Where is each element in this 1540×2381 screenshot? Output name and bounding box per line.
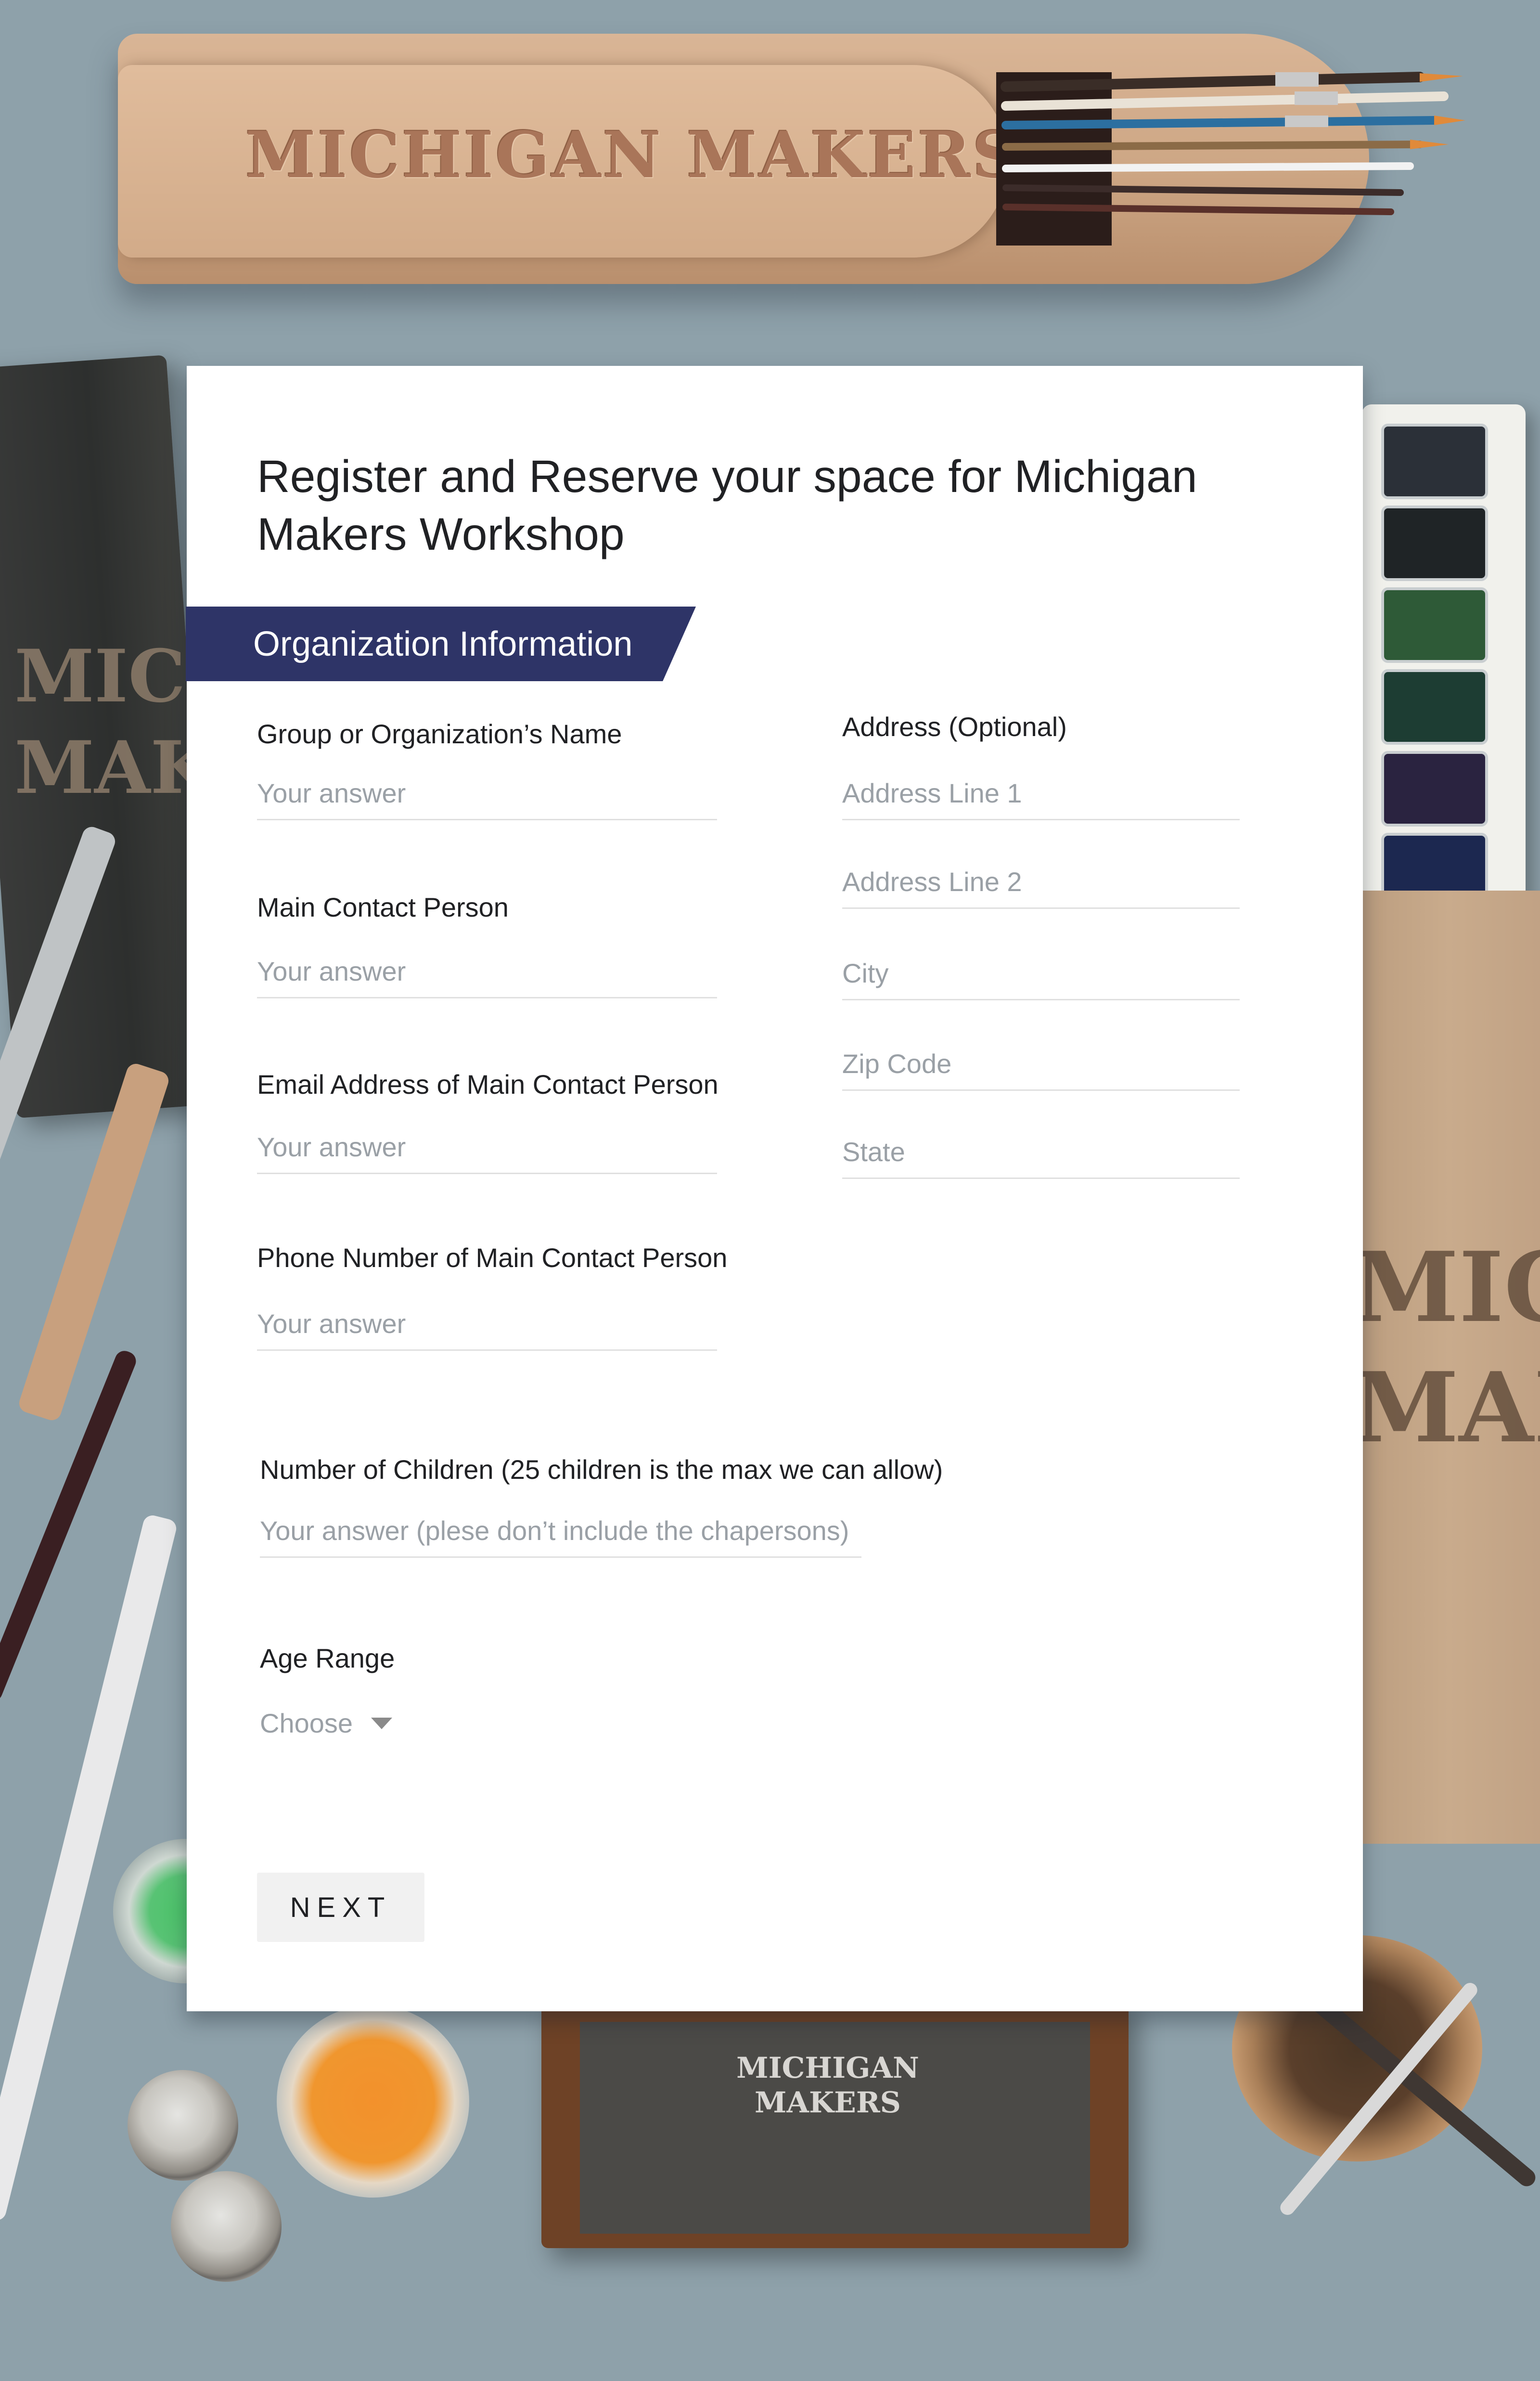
book-logo: MICHIGAN MAKERS <box>14 634 188 810</box>
zip-code-input[interactable]: Zip Code <box>842 1047 1240 1091</box>
address-line-1-input[interactable]: Address Line 1 <box>842 776 1240 820</box>
address-label: Address (Optional) <box>842 712 1067 742</box>
main-contact-label: Main Contact Person <box>257 892 509 922</box>
form-title: Register and Reserve your space for Mich… <box>257 451 1197 560</box>
children-count-input[interactable]: Your answer (plese don’t include the cha… <box>260 1514 861 1558</box>
age-range-label: Age Range <box>260 1643 395 1673</box>
dropdown-caret-icon <box>371 1718 393 1729</box>
main-contact-input[interactable]: Your answer <box>257 955 717 998</box>
address-line-2-input[interactable]: Address Line 2 <box>842 865 1240 909</box>
slate-logo: MICHIGAN MAKERS <box>736 2051 919 2120</box>
contact-email-input[interactable]: Your answer <box>257 1130 717 1174</box>
bag-logo: MICHIGAN MAKERS <box>1352 1231 1540 1464</box>
age-range-dropdown[interactable]: Choose <box>260 1707 393 1740</box>
section-title: Organization Information <box>253 625 633 663</box>
contact-email-label: Email Address of Main Contact Person <box>257 1069 719 1100</box>
paint-tin <box>171 2171 282 2282</box>
age-range-selected: Choose <box>260 1708 353 1738</box>
contact-phone-label: Phone Number of Main Contact Person <box>257 1242 728 1273</box>
children-count-label: Number of Children (25 children is the m… <box>260 1454 943 1485</box>
contact-phone-input[interactable]: Your answer <box>257 1307 717 1351</box>
city-input[interactable]: City <box>842 957 1240 1000</box>
orange-paint-jar <box>277 2005 469 2198</box>
next-button[interactable]: NEXT <box>257 1873 424 1942</box>
pencil-case-logo: MICHIGAN MAKERS <box>245 118 1021 193</box>
organization-name-label: Group or Organization’s Name <box>257 719 622 749</box>
organization-name-input[interactable]: Your answer <box>257 776 717 820</box>
state-input[interactable]: State <box>842 1135 1240 1179</box>
watercolor-palette-image <box>1362 404 1526 934</box>
paintbrushes-image <box>996 72 1465 246</box>
paint-tin <box>128 2070 238 2181</box>
